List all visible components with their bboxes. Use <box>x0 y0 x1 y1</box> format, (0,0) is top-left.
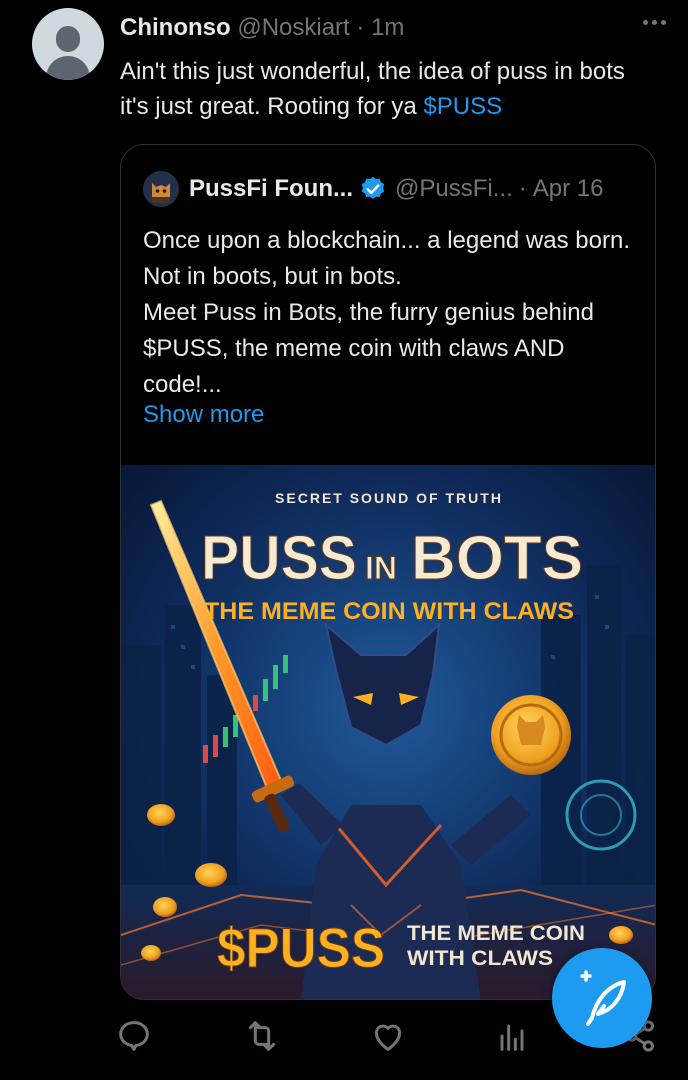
compose-post-button[interactable] <box>552 948 652 1048</box>
author-name[interactable]: Chinonso <box>120 14 231 41</box>
poster-ticker: $PUSS <box>217 916 385 979</box>
quoted-author-avatar[interactable] <box>143 171 179 207</box>
quoted-tweet-text: Once upon a blockchain... a legend was b… <box>143 227 630 398</box>
reply-icon[interactable] <box>114 1016 154 1056</box>
poster-title-2: BOTS <box>411 524 583 593</box>
poster-kicker: SECRET SOUND OF TRUTH <box>275 490 503 506</box>
more-options-icon[interactable] <box>643 20 666 25</box>
poster-title-in: IN <box>365 550 397 586</box>
cashtag-link[interactable]: $PUSS <box>423 93 502 120</box>
tweet-time[interactable]: 1m <box>371 14 404 41</box>
author-avatar[interactable] <box>32 8 104 80</box>
puss-in-bots-poster: SECRET SOUND OF TRUTH PUSS IN BOTS THE M… <box>121 465 655 999</box>
poster-tag-line2: WITH CLAWS <box>407 947 553 970</box>
retweet-icon[interactable] <box>242 1016 282 1056</box>
tweet-body: Ain't this just wonderful, the idea of p… <box>120 58 625 120</box>
quoted-author-name[interactable]: PussFi Foun... <box>189 175 353 203</box>
avatar-silhouette-head <box>56 26 80 52</box>
tweet-text: Ain't this just wonderful, the idea of p… <box>120 54 660 124</box>
like-icon[interactable] <box>368 1016 408 1056</box>
poster-tag-line1: THE MEME COIN <box>407 922 585 945</box>
quoted-date-separator: · <box>518 175 527 202</box>
show-more-link[interactable]: Show more <box>143 401 264 429</box>
author-handle[interactable]: @Noskiart <box>237 14 349 41</box>
quoted-author-handle[interactable]: @PussFi... <box>395 175 513 203</box>
verified-badge-icon <box>361 176 385 199</box>
quoted-tweet-date[interactable]: Apr 16 <box>533 175 604 203</box>
avatar-silhouette-body <box>46 56 90 80</box>
poster-title-1: PUSS <box>201 524 357 593</box>
separator-dot: · <box>356 14 365 41</box>
quoted-media-image[interactable]: SECRET SOUND OF TRUTH PUSS IN BOTS THE M… <box>121 465 655 999</box>
poster-subtitle: THE MEME COIN WITH CLAWS <box>204 598 574 625</box>
quoted-tweet[interactable]: PussFi Foun... @PussFi... · Apr 16 Once … <box>120 144 656 1000</box>
compose-feather-icon <box>580 970 626 1026</box>
quoted-tweet-header: PussFi Foun... @PussFi... · Apr 16 <box>143 169 603 209</box>
views-icon[interactable] <box>492 1016 532 1056</box>
tweet-header: Chinonso @Noskiart · 1m <box>120 14 668 44</box>
